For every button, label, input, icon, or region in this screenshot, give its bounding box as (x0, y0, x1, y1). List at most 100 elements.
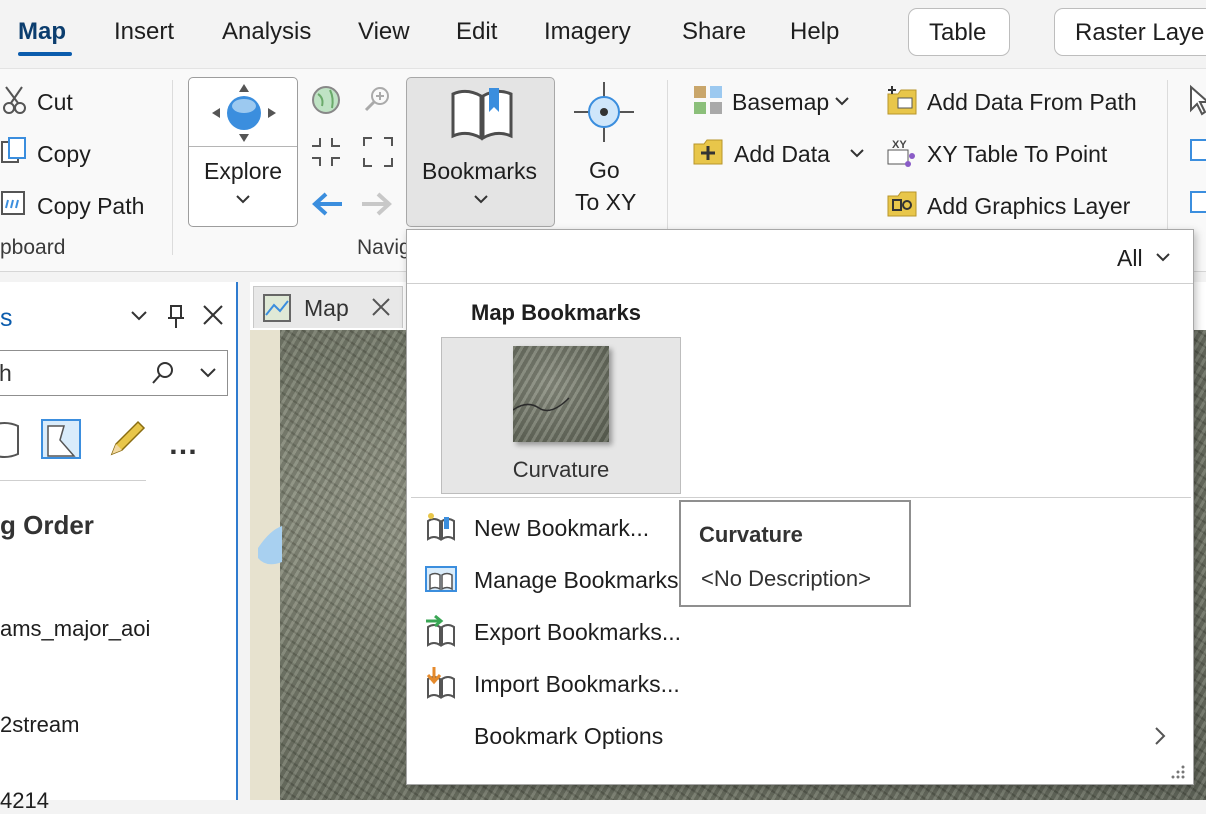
import-bookmarks-menu-item[interactable]: Import Bookmarks... (474, 671, 680, 698)
chevron-right-icon[interactable] (1153, 726, 1167, 746)
copy-path-button[interactable]: Copy Path (37, 193, 144, 220)
go-to-xy-label-line2[interactable]: To XY (575, 189, 636, 216)
tab-analysis[interactable]: Analysis (222, 18, 311, 46)
ribbon-tab-bar: Map Insert Analysis View Edit Imagery Sh… (0, 0, 1206, 68)
explore-divider (189, 146, 297, 147)
ribbon-separator (172, 80, 173, 255)
map-water-feature (258, 526, 282, 565)
go-to-xy-label-line1[interactable]: Go (589, 157, 620, 184)
bookmark-tile[interactable]: Curvature (441, 337, 681, 494)
pane-title: s (0, 304, 13, 332)
add-data-icon (693, 139, 723, 165)
explore-icon (212, 84, 276, 142)
map-view-tab[interactable]: Map (253, 286, 403, 328)
chevron-down-icon (474, 195, 488, 204)
add-graphics-layer-button[interactable]: Add Graphics Layer (927, 193, 1130, 220)
search-input-text: h (0, 360, 12, 386)
previous-extent-icon[interactable] (310, 188, 344, 220)
copy-button[interactable]: Copy (37, 141, 91, 168)
layer-item[interactable]: 4214 (0, 788, 49, 814)
bookmarks-label: Bookmarks (422, 158, 538, 184)
export-bookmarks-menu-item[interactable]: Export Bookmarks... (474, 619, 681, 646)
go-to-xy-icon (574, 82, 634, 142)
new-bookmark-menu-item[interactable]: New Bookmark... (474, 515, 649, 542)
manage-bookmarks-icon (425, 566, 457, 592)
map-tab-icon (263, 294, 291, 322)
bookmarks-section-title: Map Bookmarks (471, 300, 641, 325)
database-icon[interactable] (0, 420, 20, 460)
basemap-button[interactable]: Basemap (732, 89, 829, 116)
search-icon[interactable] (151, 361, 175, 385)
tab-help[interactable]: Help (790, 18, 839, 46)
tab-view[interactable]: View (358, 18, 410, 46)
basemap-icon (694, 86, 722, 114)
xy-table-to-point-button[interactable]: XY Table To Point (927, 141, 1107, 168)
fixed-zoom-in-icon[interactable] (310, 136, 342, 168)
chevron-down-icon (236, 195, 250, 204)
copy-icon (1, 137, 26, 163)
tab-share[interactable]: Share (682, 18, 746, 46)
bookmark-book-icon (451, 88, 513, 141)
zoom-to-selection-icon[interactable] (362, 84, 394, 116)
import-bookmarks-icon (426, 667, 455, 699)
explore-label: Explore (204, 158, 282, 184)
bookmark-options-menu-item[interactable]: Bookmark Options (474, 723, 663, 750)
tooltip-title: Curvature (699, 522, 803, 547)
pin-icon[interactable] (166, 304, 186, 330)
svg-text:XY: XY (892, 139, 907, 151)
resize-grip-icon[interactable] (1170, 764, 1186, 780)
scissors-icon (3, 86, 26, 114)
select-tool-icon[interactable] (1188, 84, 1206, 116)
pane-divider (0, 480, 146, 481)
contents-pane: s h … g Order ams_major_aoi 2stream 4214 (0, 282, 238, 813)
tab-raster-layer[interactable]: Raster Laye (1054, 8, 1206, 56)
next-extent-icon[interactable] (360, 188, 394, 220)
tab-table[interactable]: Table (908, 8, 1010, 56)
cut-button[interactable]: Cut (37, 89, 73, 116)
chevron-down-icon[interactable] (1155, 252, 1171, 264)
bookmark-thumbnail-river (513, 397, 570, 412)
chevron-down-icon[interactable] (199, 367, 217, 381)
layer-item[interactable]: ams_major_aoi (0, 616, 150, 642)
add-data-from-path-button[interactable]: Add Data From Path (927, 89, 1137, 116)
fixed-zoom-out-icon[interactable] (362, 136, 394, 168)
chevron-down-icon[interactable] (849, 148, 865, 160)
bookmark-tile-label: Curvature (512, 457, 610, 482)
more-options-icon[interactable]: … (168, 428, 199, 462)
bookmarks-button[interactable]: Bookmarks (406, 77, 555, 227)
tab-map[interactable]: Map (18, 18, 66, 46)
add-graphics-layer-icon (887, 191, 917, 217)
list-by-drawing-order-icon[interactable] (40, 418, 84, 462)
new-bookmark-icon (427, 513, 455, 541)
pencil-icon[interactable] (104, 418, 148, 462)
close-icon[interactable] (370, 296, 392, 318)
xy-table-to-point-icon: XY (887, 139, 915, 167)
layer-item[interactable]: 2stream (0, 712, 79, 738)
explore-button[interactable]: Explore (188, 77, 298, 227)
tab-edit[interactable]: Edit (456, 18, 497, 46)
select-by-attributes-icon[interactable] (1188, 136, 1206, 168)
add-data-button[interactable]: Add Data (734, 141, 830, 168)
bookmark-tooltip: Curvature <No Description> (679, 500, 911, 607)
export-bookmarks-icon (426, 615, 455, 647)
bookmark-filter-dropdown[interactable]: All (1117, 245, 1143, 272)
globe-icon[interactable] (310, 84, 342, 116)
chevron-down-icon[interactable] (834, 96, 850, 108)
tab-insert[interactable]: Insert (114, 18, 174, 46)
tooltip-description: <No Description> (701, 566, 871, 591)
drawing-order-heading: g Order (0, 510, 94, 540)
tab-imagery[interactable]: Imagery (544, 18, 631, 46)
navigate-group-label: Navig (357, 236, 411, 259)
active-tab-indicator (18, 52, 72, 56)
clipboard-group-label: pboard (0, 236, 66, 259)
select-by-location-icon[interactable] (1188, 188, 1206, 220)
close-icon[interactable] (202, 304, 224, 326)
manage-bookmarks-menu-item[interactable]: Manage Bookmarks (474, 567, 679, 594)
dropdown-divider (407, 283, 1193, 284)
chevron-down-icon[interactable] (130, 310, 148, 324)
copy-path-icon (1, 191, 25, 215)
add-data-from-path-icon (887, 86, 917, 115)
dropdown-divider (411, 497, 1191, 498)
search-input[interactable]: h (0, 350, 228, 396)
bookmark-thumbnail (513, 346, 609, 442)
